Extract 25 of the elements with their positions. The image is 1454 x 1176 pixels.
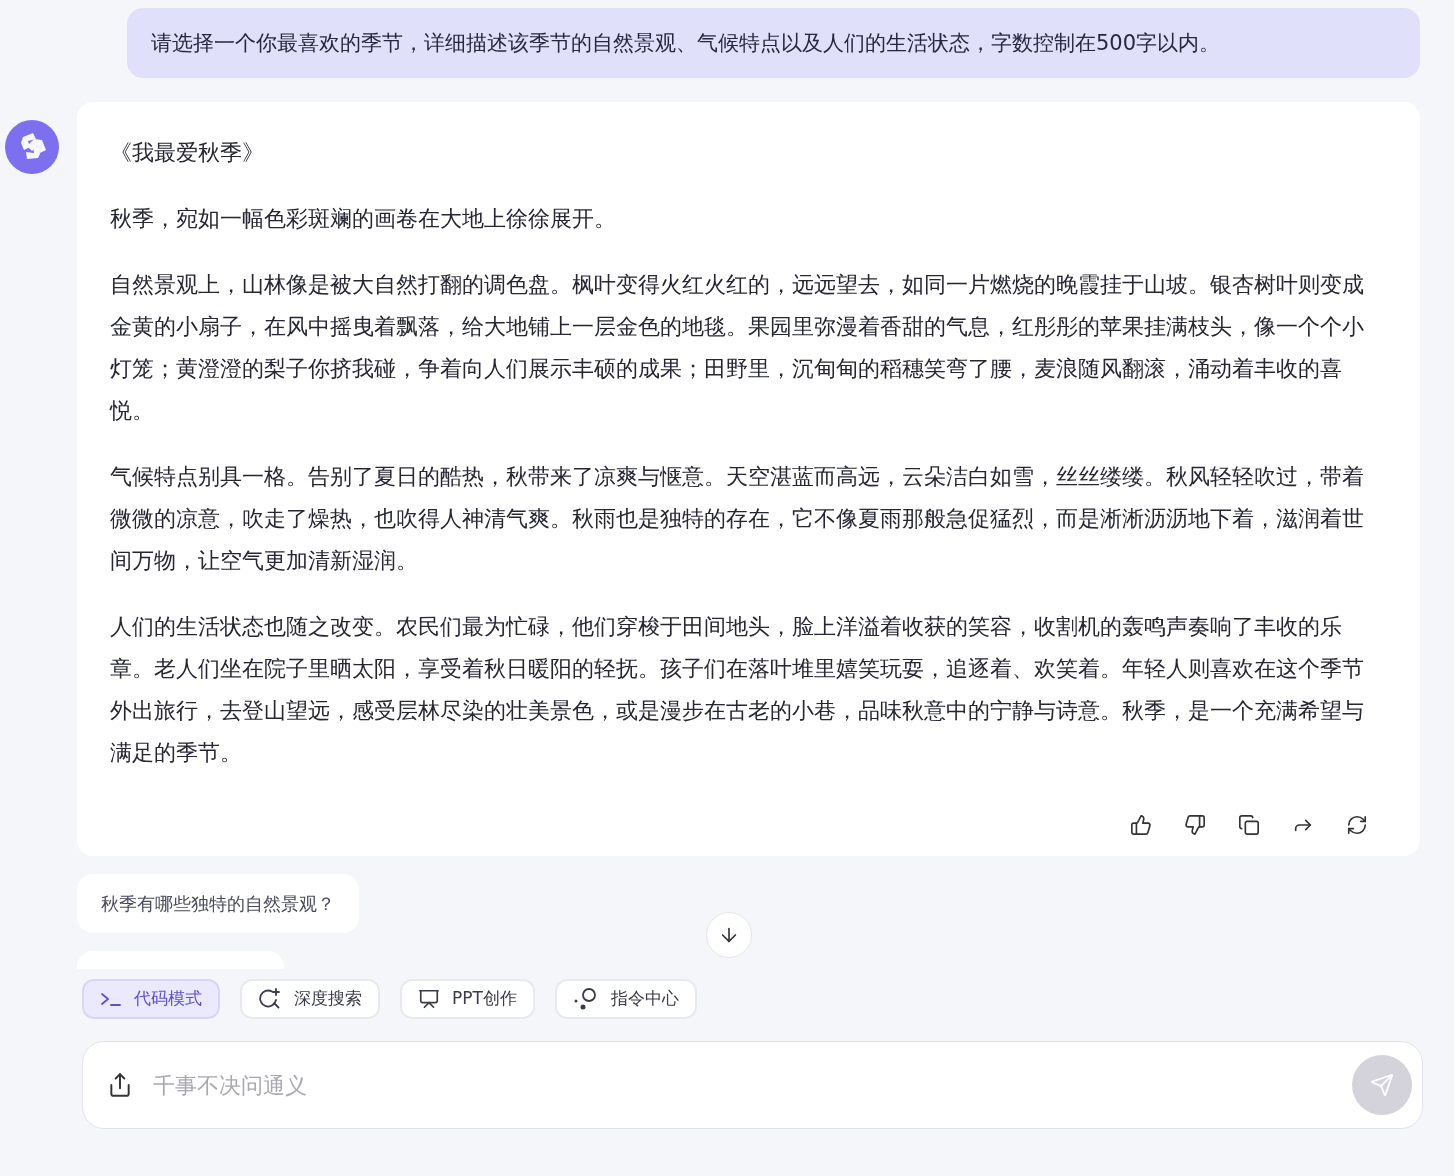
tool-button[interactable]: 代码模式 <box>82 979 220 1019</box>
send-icon <box>1370 1073 1394 1097</box>
reply-paragraph: 秋季，宛如一幅色彩斑斓的画卷在大地上徐徐展开。 <box>110 205 617 233</box>
reply-paragraph: 人们的生活状态也随之改变。农民们最为忙碌，他们穿梭于田间地头，脸上洋溢着收获的笑容，收割机的轰鸣声奏响了丰收的乐章。老人们坐在院子里晒太阳，享受着秋日暖阳的轻抚。孩子们在落叶堆里嬉笑玩耍，追逐着、欢笑着。年轻人则喜欢在这个季节外出旅行，去登山望远，感受层林尽染的壮美景色，或是漫步在古老的小巷，品味秋意中的宁静与诗意。秋季，是一个充满希望与满足的季节。 <box>110 613 1365 767</box>
user-message: 请选择一个你最喜欢的季节，详细描述该季节的自然景观、气候特点以及人们的生活状态，字数控制在500字以内。 <box>127 8 1420 78</box>
refresh-icon[interactable] <box>1346 814 1368 836</box>
dots-circle-icon <box>572 987 599 1011</box>
message-input[interactable]: 千事不决问通义 <box>153 1068 1332 1102</box>
reply-paragraph: 气候特点别具一格。告别了夏日的酷热，秋带来了凉爽与惬意。天空湛蓝而高远，云朵洁白如雪，丝丝缕缕。秋风轻轻吹过，带着微微的凉意，吹走了燥热，也吹得人神清气爽。秋雨也是独特的存在，它不像夏雨那般急促猛烈，而是淅淅沥沥地下着，滋润着世间万物，让空气更加清新湿润。 <box>110 463 1365 575</box>
chat-input-box[interactable]: 千事不决问通义 <box>82 1041 1423 1129</box>
upload-icon[interactable] <box>107 1072 133 1098</box>
reply-paragraph: 自然景观上，山林像是被大自然打翻的调色盘。枫叶变得火红火红的，远远望去，如同一片燃烧的晚霞挂于山坡。银杏树叶则变成金黄的小扇子，在风中摇曳着飘落，给大地铺上一层金色的地毯。果园里弥漫着香甜的气息，红彤彤的苹果挂满枝头，像一个个小灯笼；黄澄澄的梨子你挤我碰，争着向人们展示丰硕的成果；田野里，沉甸甸的稻穗笑弯了腰，麦浪随风翻滚，涌动着丰收的喜悦。 <box>110 271 1365 425</box>
assistant-avatar-icon <box>5 120 59 174</box>
tool-button[interactable]: 深度搜索 <box>240 979 380 1019</box>
thumbs-down-icon[interactable] <box>1184 814 1206 836</box>
copy-icon[interactable] <box>1238 814 1260 836</box>
terminal-icon <box>100 991 122 1007</box>
presentation-icon <box>418 988 440 1010</box>
tool-button[interactable]: 指令中心 <box>554 979 697 1019</box>
reply-title: 《我最爱秋季》 <box>110 139 265 167</box>
scroll-down-button[interactable] <box>706 912 752 958</box>
suggestion-chip[interactable]: 秋季有哪些独特的自然景观？ <box>77 874 359 933</box>
search-sparkle-icon <box>258 987 282 1011</box>
tool-button[interactable]: PPT创作 <box>400 979 535 1019</box>
thumbs-up-icon[interactable] <box>1130 814 1152 836</box>
